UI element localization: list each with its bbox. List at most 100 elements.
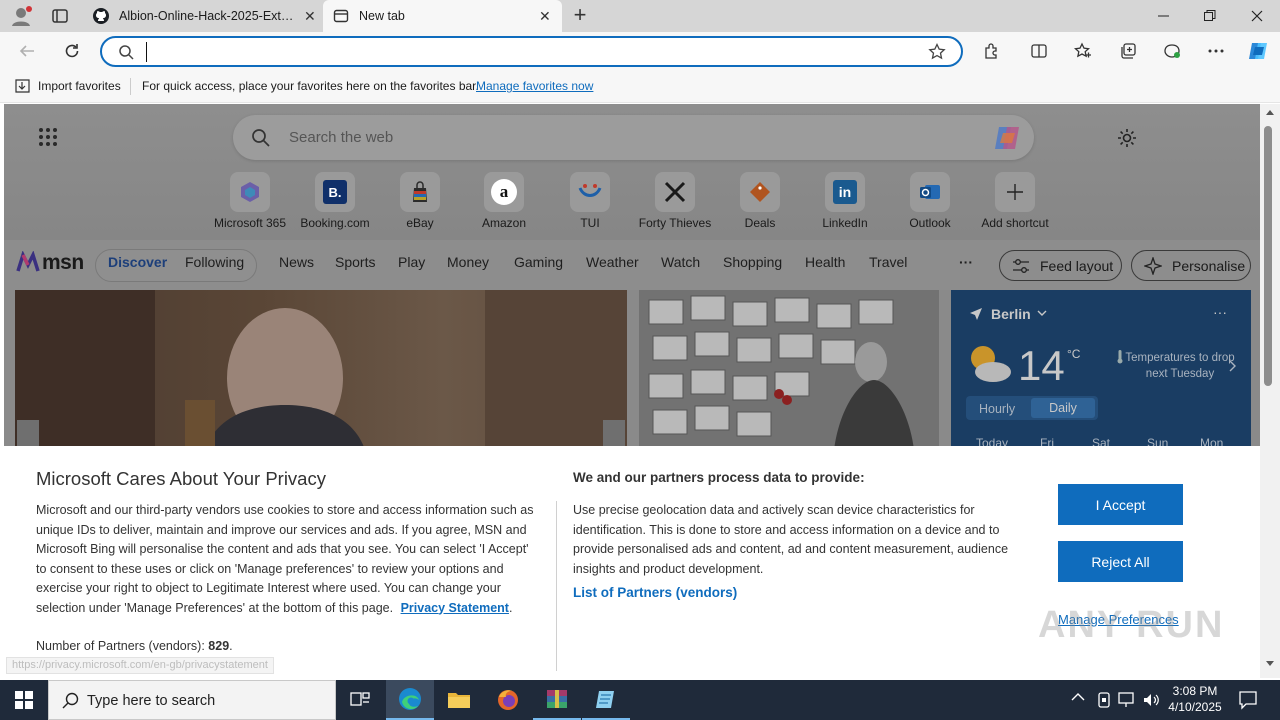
shortcut-outlook[interactable]: Outlook: [890, 172, 970, 230]
nav-health[interactable]: Health: [805, 254, 845, 270]
chevron-right-icon[interactable]: [1229, 360, 1237, 372]
notifications-icon[interactable]: [1238, 690, 1258, 710]
news-card-main[interactable]: [15, 290, 627, 450]
news-card-secondary[interactable]: [639, 290, 939, 450]
tab-following[interactable]: Following: [185, 254, 244, 270]
list-of-partners-link[interactable]: List of Partners (vendors): [573, 585, 737, 600]
weather-card[interactable]: Berlin ··· 14 °C Temperatures to drop ne…: [951, 290, 1251, 450]
clock-time: 3:08 PM: [1172, 684, 1218, 698]
shortcut-microsoft-365[interactable]: Microsoft 365: [210, 172, 290, 230]
personalise-button[interactable]: Personalise: [1131, 250, 1251, 281]
nav-shopping[interactable]: Shopping: [723, 254, 782, 270]
web-search-box[interactable]: Search the web: [233, 115, 1034, 160]
copilot-icon[interactable]: [1246, 39, 1270, 63]
collections-icon[interactable]: [1118, 41, 1138, 61]
file-explorer-icon[interactable]: [435, 680, 483, 720]
tab-actions-icon[interactable]: [50, 6, 70, 26]
tab-discover[interactable]: Discover: [108, 254, 167, 270]
volume-icon[interactable]: [1142, 691, 1160, 709]
import-favorites-button[interactable]: Import favorites: [38, 79, 121, 93]
copilot-icon[interactable]: [991, 122, 1023, 154]
nav-more-button[interactable]: ···: [959, 254, 973, 270]
chevron-up-icon[interactable]: [1071, 692, 1085, 702]
tab-daily[interactable]: Daily: [1031, 398, 1095, 418]
windows-taskbar: Type here to search 3:08 PM 4/10/2025: [0, 680, 1280, 720]
nav-watch[interactable]: Watch: [661, 254, 700, 270]
close-tab-icon[interactable]: ✕: [304, 8, 316, 25]
start-button[interactable]: [0, 680, 48, 720]
add-shortcut-button[interactable]: Add shortcut: [975, 172, 1055, 230]
shortcut-label: Amazon: [481, 216, 527, 230]
favorites-icon[interactable]: [1073, 41, 1093, 61]
apps-launcher-icon[interactable]: [38, 127, 58, 147]
refresh-button[interactable]: [62, 41, 82, 61]
page-scrollbar[interactable]: [1260, 104, 1280, 678]
network-icon[interactable]: [1118, 692, 1136, 708]
clock[interactable]: 3:08 PM 4/10/2025: [1164, 683, 1226, 715]
scroll-up-arrow-icon[interactable]: [1265, 108, 1275, 116]
split-screen-icon[interactable]: [1029, 41, 1049, 61]
nav-money[interactable]: Money: [447, 254, 489, 270]
task-view-icon[interactable]: [336, 680, 384, 720]
nav-news[interactable]: News: [279, 254, 314, 270]
partners-count-label: Number of Partners (vendors):: [36, 639, 205, 653]
shortcut-deals[interactable]: Deals: [720, 172, 800, 230]
scroll-down-arrow-icon[interactable]: [1265, 660, 1275, 668]
scrollbar-thumb[interactable]: [1264, 126, 1272, 386]
shortcut-label: Microsoft 365: [213, 216, 287, 230]
nav-play[interactable]: Play: [398, 254, 425, 270]
consent-body-text: Microsoft and our third-party vendors us…: [36, 503, 534, 615]
shortcut-amazon[interactable]: a Amazon: [464, 172, 544, 230]
nav-gaming[interactable]: Gaming: [514, 254, 563, 270]
m365-icon: [230, 172, 270, 212]
address-bar[interactable]: [100, 36, 963, 67]
nav-sports[interactable]: Sports: [335, 254, 375, 270]
profile-avatar[interactable]: [8, 4, 34, 28]
nav-weather[interactable]: Weather: [586, 254, 639, 270]
close-tab-icon[interactable]: ✕: [539, 8, 551, 25]
favorites-bar-message: For quick access, place your favorites h…: [142, 79, 479, 93]
page-settings-icon[interactable]: [1116, 127, 1138, 149]
address-input[interactable]: [146, 42, 906, 62]
more-menu-icon[interactable]: [1206, 41, 1226, 61]
privacy-statement-link[interactable]: Privacy Statement: [401, 601, 509, 615]
taskbar-search-box[interactable]: Type here to search: [48, 680, 336, 720]
weather-city[interactable]: Berlin: [991, 306, 1031, 322]
minimize-button[interactable]: [1141, 0, 1187, 32]
extensions-icon[interactable]: [981, 41, 1001, 61]
cookie-consent-banner: Microsoft Cares About Your Privacy Micro…: [4, 446, 1260, 678]
divider: [556, 501, 557, 671]
browser-essentials-icon[interactable]: [1162, 41, 1182, 61]
shortcut-booking[interactable]: B. Booking.com: [295, 172, 375, 230]
accept-button[interactable]: I Accept: [1058, 484, 1183, 525]
reject-all-button[interactable]: Reject All: [1058, 541, 1183, 582]
tab-albion[interactable]: Albion-Online-Hack-2025-Extern ✕: [84, 0, 320, 32]
shortcut-ebay[interactable]: eBay: [380, 172, 460, 230]
shortcut-forty-thieves[interactable]: Forty Thieves: [635, 172, 715, 230]
search-placeholder: Search the web: [289, 129, 394, 146]
device-icon[interactable]: [1096, 691, 1112, 709]
consent-right-title: We and our partners process data to prov…: [573, 470, 865, 485]
new-tab-button[interactable]: +: [569, 4, 591, 27]
close-window-button[interactable]: [1234, 0, 1280, 32]
favorite-star-icon[interactable]: [928, 43, 946, 61]
edge-taskbar-icon[interactable]: [386, 680, 434, 720]
nav-travel[interactable]: Travel: [869, 254, 907, 270]
tab-hourly[interactable]: Hourly: [979, 402, 1015, 416]
shortcut-tui[interactable]: TUI: [550, 172, 630, 230]
firefox-icon[interactable]: [484, 680, 532, 720]
weather-more-button[interactable]: ···: [1213, 304, 1227, 320]
tab-new-tab[interactable]: New tab ✕: [323, 0, 562, 32]
restore-button[interactable]: [1187, 0, 1233, 32]
feed-layout-button[interactable]: Feed layout: [999, 250, 1122, 281]
shortcut-linkedin[interactable]: in LinkedIn: [805, 172, 885, 230]
msn-logo[interactable]: msn: [16, 251, 84, 275]
manage-favorites-link[interactable]: Manage favorites now: [476, 79, 593, 93]
news-photo: [648, 295, 914, 450]
back-button[interactable]: [17, 41, 37, 61]
linkedin-icon: in: [825, 172, 865, 212]
winrar-icon[interactable]: [533, 680, 581, 720]
search-icon: [118, 44, 134, 60]
divider: [130, 78, 131, 95]
notepad-icon[interactable]: [582, 680, 630, 720]
